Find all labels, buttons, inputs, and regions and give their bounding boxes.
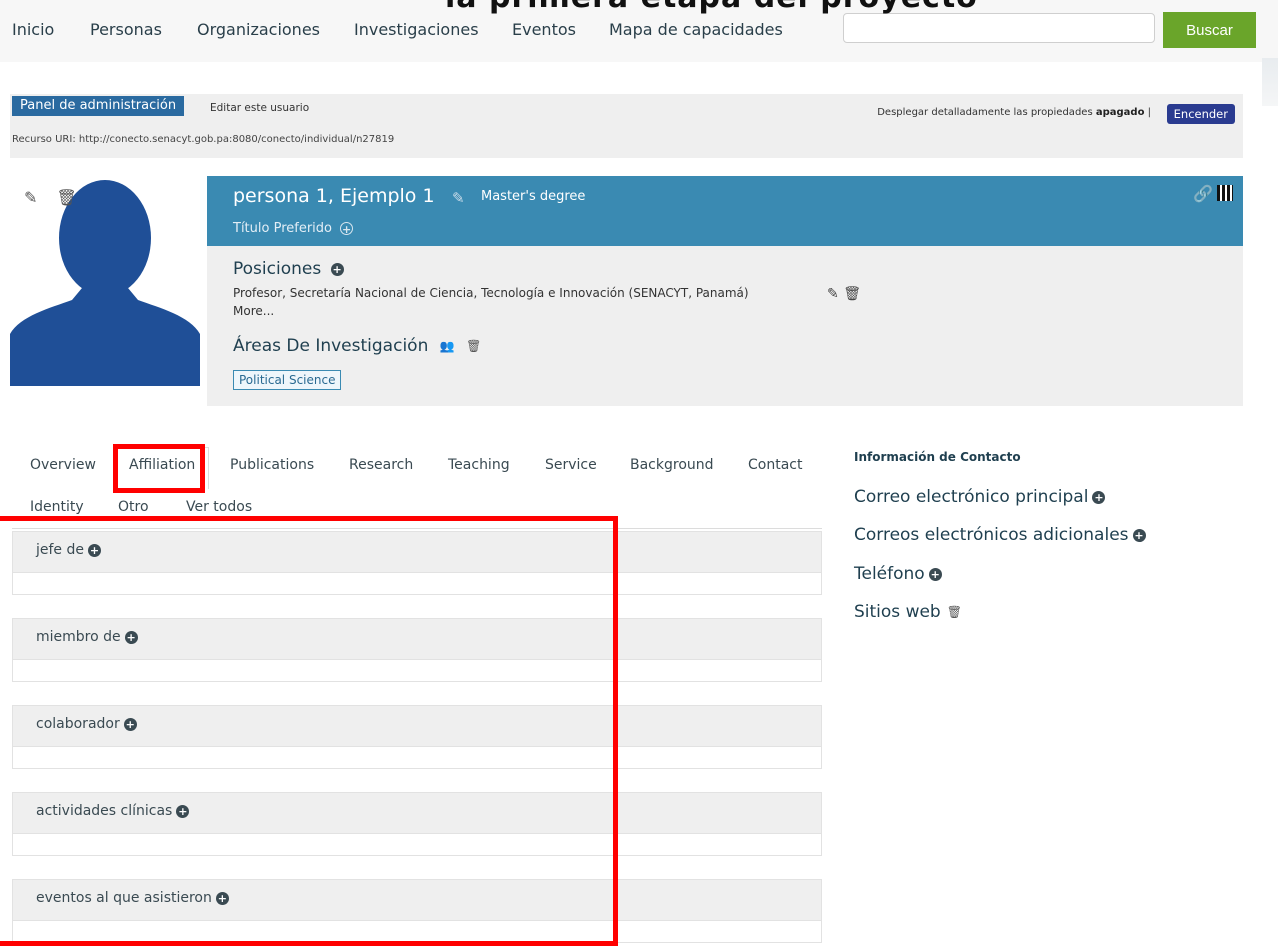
trash-icon[interactable]: 🗑 bbox=[466, 339, 481, 353]
decorative-edge bbox=[1262, 58, 1278, 106]
tab-identity[interactable]: Identity bbox=[30, 499, 84, 515]
plus-circle-icon[interactable]: + bbox=[1092, 490, 1106, 504]
position-entry: Profesor, Secretaría Nacional de Ciencia… bbox=[233, 286, 749, 300]
search-input[interactable] bbox=[843, 13, 1155, 43]
highlight-affiliation-sections bbox=[0, 516, 618, 946]
qr-code-icon[interactable] bbox=[1217, 185, 1233, 201]
tab-otro[interactable]: Otro bbox=[118, 499, 149, 515]
overlay-banner-text: la primera etapa del proyecto bbox=[445, 0, 978, 15]
admin-panel: Panel de administración Editar este usua… bbox=[10, 94, 1243, 158]
pencil-icon[interactable]: ✎ bbox=[24, 188, 37, 207]
preferred-title-label: Título Preferido bbox=[233, 221, 332, 236]
research-area-tag[interactable]: Political Science bbox=[233, 370, 342, 390]
primary-email-label: Correo electrónico principal bbox=[854, 487, 1089, 507]
tab-background[interactable]: Background bbox=[630, 457, 714, 473]
property-display-label: Desplegar detalladamente las propiedades bbox=[877, 107, 1093, 118]
websites-item: Sitios web 🗑 bbox=[854, 602, 962, 622]
research-areas-label: Áreas De Investigación bbox=[233, 336, 429, 356]
nav-eventos[interactable]: Eventos bbox=[512, 20, 576, 39]
profile-body: Posiciones + Profesor, Secretaría Nacion… bbox=[207, 246, 1243, 406]
edit-user-link[interactable]: Editar este usuario bbox=[210, 102, 309, 114]
profile-photo bbox=[10, 176, 207, 386]
link-icon[interactable]: 🔗 bbox=[1193, 184, 1213, 203]
research-areas-heading: Áreas De Investigación 👥 🗑 bbox=[233, 336, 481, 356]
photo-tools: ✎ 🗑 bbox=[24, 188, 91, 207]
person-silhouette-icon bbox=[10, 180, 200, 386]
plus-circle-icon[interactable]: + bbox=[330, 262, 344, 276]
tab-research[interactable]: Research bbox=[349, 457, 413, 473]
additional-emails-item: Correos electrónicos adicionales + bbox=[854, 525, 1146, 545]
encender-button[interactable]: Encender bbox=[1166, 104, 1235, 124]
edit-name-pencil-icon[interactable]: ✎ bbox=[452, 189, 465, 207]
trash-icon[interactable]: 🗑 bbox=[57, 188, 77, 207]
primary-email-item: Correo electrónico principal + bbox=[854, 487, 1106, 507]
separator: | bbox=[1147, 107, 1151, 118]
websites-label: Sitios web bbox=[854, 602, 941, 622]
nav-mapa-capacidades[interactable]: Mapa de capacidades bbox=[609, 20, 783, 39]
property-display-toggle-text: Desplegar detalladamente las propiedades… bbox=[877, 107, 1151, 118]
positions-label: Posiciones bbox=[233, 259, 322, 279]
phone-item: Teléfono + bbox=[854, 564, 942, 584]
people-icon[interactable]: 👥 bbox=[440, 339, 455, 353]
tab-ver-todos[interactable]: Ver todos bbox=[186, 499, 252, 515]
admin-panel-badge: Panel de administración bbox=[12, 96, 185, 116]
position-tools: ✎ 🗑 bbox=[827, 286, 861, 302]
trash-icon[interactable]: 🗑 bbox=[947, 605, 962, 619]
plus-circle-icon[interactable]: + bbox=[340, 222, 354, 236]
search-button[interactable]: Buscar bbox=[1163, 12, 1256, 48]
tab-service[interactable]: Service bbox=[545, 457, 597, 473]
nav-investigaciones[interactable]: Investigaciones bbox=[354, 20, 479, 39]
resource-uri: Recurso URI: http://conecto.senacyt.gob.… bbox=[12, 134, 395, 145]
trash-icon[interactable]: 🗑 bbox=[843, 286, 861, 302]
plus-circle-icon[interactable]: + bbox=[928, 567, 942, 581]
more-link[interactable]: More... bbox=[233, 304, 274, 318]
pencil-icon[interactable]: ✎ bbox=[827, 286, 839, 302]
tab-teaching[interactable]: Teaching bbox=[448, 457, 510, 473]
tab-publications[interactable]: Publications bbox=[230, 457, 314, 473]
preferred-title: Título Preferido + bbox=[233, 221, 354, 236]
positions-heading: Posiciones + bbox=[233, 259, 344, 279]
property-display-state: apagado bbox=[1095, 107, 1145, 118]
plus-circle-icon[interactable]: + bbox=[1132, 528, 1146, 542]
nav-organizaciones[interactable]: Organizaciones bbox=[197, 20, 320, 39]
additional-emails-label: Correos electrónicos adicionales bbox=[854, 525, 1129, 545]
nav-inicio[interactable]: Inicio bbox=[12, 20, 54, 39]
profile-header: persona 1, Ejemplo 1 ✎ Master's degree T… bbox=[207, 176, 1243, 246]
tab-overview[interactable]: Overview bbox=[30, 457, 96, 473]
degree-label: Master's degree bbox=[481, 189, 586, 204]
phone-label: Teléfono bbox=[854, 564, 925, 584]
nav-personas[interactable]: Personas bbox=[90, 20, 162, 39]
tab-contact[interactable]: Contact bbox=[748, 457, 802, 473]
person-name: persona 1, Ejemplo 1 bbox=[233, 185, 435, 207]
contact-info-title: Información de Contacto bbox=[854, 450, 1021, 464]
highlight-affiliation-tab bbox=[113, 444, 205, 493]
